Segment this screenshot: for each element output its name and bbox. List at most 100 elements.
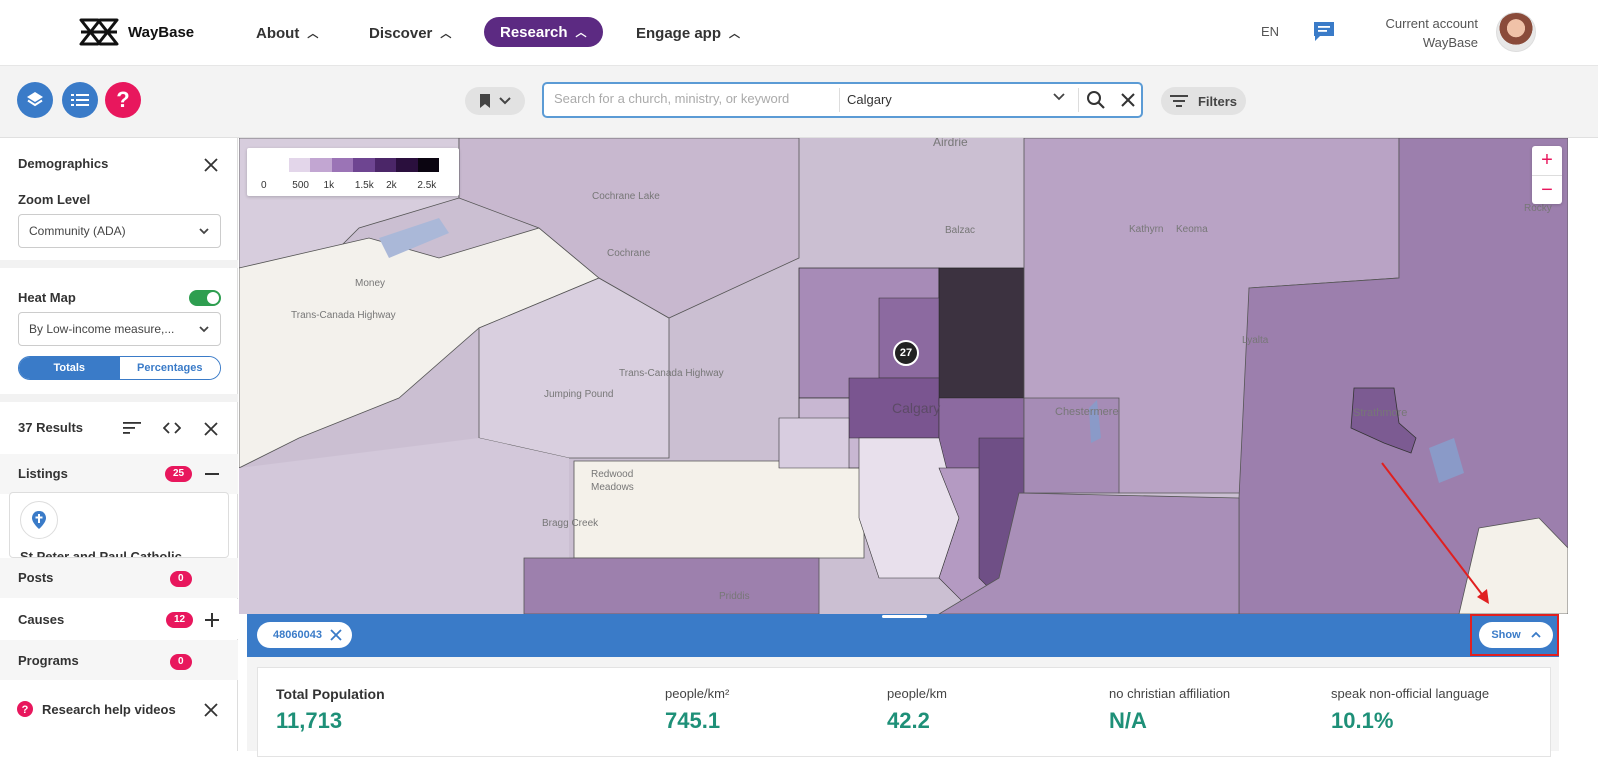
chevron-down-icon[interactable] (1052, 90, 1066, 104)
research-help-videos[interactable]: ? Research help videos (0, 693, 238, 731)
listings-section[interactable]: Listings 25 (0, 454, 238, 494)
list-icon (71, 94, 89, 106)
nav-discover[interactable]: Discover ︿ (369, 18, 451, 48)
selected-area-chip[interactable]: 48060043 (257, 622, 352, 648)
zoom-out-icon[interactable]: − (1532, 176, 1562, 205)
stat-value: 42.2 (887, 708, 930, 733)
map-label: Airdrie (933, 138, 968, 149)
heat-map-toggle[interactable] (189, 290, 221, 306)
nav-about-label: About (256, 24, 300, 42)
section-divider (0, 260, 238, 268)
account-caption: Current account (1385, 16, 1479, 31)
expand-plus-icon[interactable] (205, 613, 219, 627)
map-label: Cochrane (607, 248, 651, 259)
heat-map[interactable]: 0 500 1k 1.5k 2k 2.5k Airdrie Cochrane Lake B… (239, 138, 1568, 614)
demographics-title: Demographics (18, 156, 109, 171)
section-divider (0, 394, 238, 402)
chevron-down-icon (499, 97, 511, 105)
location-select[interactable]: Calgary (847, 92, 892, 107)
map-label: Priddis (719, 591, 750, 602)
current-account[interactable]: Current account WayBase (1386, 14, 1479, 52)
programs-section[interactable]: Programs 0 (0, 640, 238, 680)
filters-label: Filters (1197, 93, 1237, 109)
highlight-box (1470, 614, 1559, 656)
close-icon[interactable] (330, 629, 342, 641)
sort-icon[interactable] (123, 421, 141, 435)
layers-icon (27, 92, 43, 107)
listing-cluster-marker[interactable]: 27 (893, 340, 919, 366)
avatar[interactable] (1496, 12, 1536, 52)
chevron-down-icon (199, 326, 209, 333)
causes-count-badge: 12 (166, 612, 194, 628)
code-icon[interactable] (163, 421, 181, 435)
chevron-up-icon: ︿ (575, 27, 587, 39)
legend-color-scale (267, 158, 439, 172)
map-label: Cochrane Lake (592, 191, 660, 202)
divider (839, 88, 840, 112)
stat-label: people/km (887, 686, 947, 701)
results-count: 37 Results (18, 420, 84, 435)
zoom-in-icon[interactable]: + (1532, 146, 1562, 175)
map-label: Calgary (892, 400, 941, 416)
stat-value: 745.1 (665, 708, 721, 733)
percentages-tab[interactable]: Percentages (119, 357, 220, 379)
legend-swatch (353, 158, 375, 172)
search-bar: Calgary (542, 82, 1143, 118)
waybase-logo[interactable]: WayBase (78, 17, 194, 47)
chevron-down-icon (199, 228, 209, 235)
map-label: Trans-Canada Highway (291, 310, 396, 321)
map-label: Jumping Pound (544, 389, 614, 400)
church-pin-icon (20, 501, 58, 539)
map-label: Redwood Meadows (591, 469, 634, 493)
map-regions (239, 138, 1568, 614)
stat-value: 11,713 (276, 708, 343, 733)
posts-count-badge: 0 (170, 571, 192, 587)
chat-icon[interactable] (1312, 20, 1336, 42)
posts-section[interactable]: Posts 0 (0, 558, 238, 598)
search-icon[interactable] (1086, 90, 1106, 110)
filters-button[interactable]: Filters (1161, 87, 1246, 115)
map-label: Money (355, 278, 386, 289)
layers-button[interactable] (17, 82, 53, 118)
search-input[interactable] (554, 91, 834, 106)
chevron-up-icon: ︿ (440, 28, 452, 40)
map-zoom-controls: + − (1532, 146, 1562, 204)
close-icon[interactable] (204, 703, 218, 717)
zoom-level-select[interactable]: Community (ADA) (18, 214, 221, 248)
legend-swatch (396, 158, 418, 172)
heat-map-label: Heat Map (18, 290, 76, 305)
language-switch[interactable]: EN (1261, 24, 1279, 39)
causes-section[interactable]: Causes 12 (0, 599, 238, 639)
stat-value: N/A (1109, 708, 1147, 733)
map-label: Strathmore (1353, 407, 1408, 419)
listings-label: Listings (18, 466, 68, 481)
nav-research-label: Research (500, 23, 568, 41)
close-icon[interactable] (204, 158, 218, 172)
legend-tick-label: 0 (261, 180, 267, 191)
panel-drag-handle[interactable] (882, 615, 927, 618)
totals-tab[interactable]: Totals (19, 357, 120, 379)
close-icon[interactable] (204, 422, 218, 436)
map-label: Trans-Canada Highway (619, 368, 724, 379)
nav-discover-label: Discover (369, 24, 433, 42)
bookmark-dropdown[interactable] (465, 87, 525, 115)
brand-name: WayBase (128, 23, 195, 41)
heat-map-select[interactable]: By Low-income measure,... (18, 312, 221, 346)
nav-engage-label: Engage app (636, 24, 722, 42)
clear-search-icon[interactable] (1118, 90, 1138, 110)
collapse-icon[interactable] (205, 472, 219, 476)
listing-card[interactable]: St Peter and Paul Catholic (9, 492, 229, 558)
search-toolbar: ? Calgary Filters (0, 66, 1598, 138)
legend-swatch (288, 158, 310, 172)
help-button[interactable]: ? (105, 82, 141, 118)
nav-about[interactable]: About ︿ (256, 18, 318, 48)
filter-icon (1169, 95, 1188, 107)
zoom-level-label: Zoom Level (18, 192, 91, 207)
map-label: Lyalta (1242, 335, 1269, 346)
legend-swatch (374, 158, 396, 172)
list-view-button[interactable] (62, 82, 98, 118)
map-label: Bragg Creek (542, 518, 599, 529)
nav-engage-app[interactable]: Engage app ︿ (636, 18, 740, 48)
nav-research[interactable]: Research ︿ (484, 17, 603, 47)
posts-label: Posts (18, 570, 54, 585)
